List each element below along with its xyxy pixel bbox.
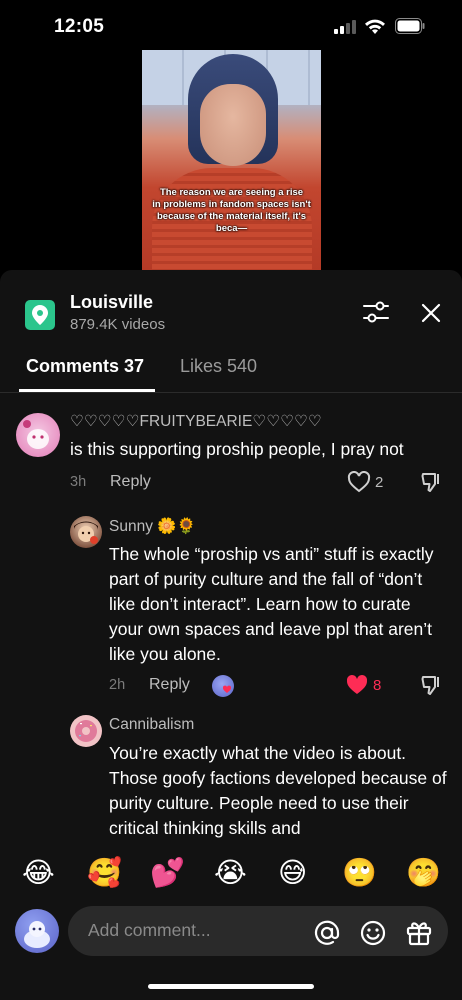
- emoji-joy-button[interactable]: 😂: [22, 856, 55, 890]
- status-bar: 12:05: [0, 0, 462, 56]
- comment-text: The whole “proship vs anti” stuff is exa…: [109, 544, 434, 664]
- like-count: 2: [375, 474, 384, 491]
- heart-filled-icon[interactable]: [345, 674, 369, 696]
- video-caption: The reason we are seeing a rise in probl…: [142, 187, 321, 235]
- comment-username[interactable]: Cannibalism: [109, 716, 194, 734]
- emoji-smiling-hearts-button[interactable]: 🥰: [87, 856, 122, 890]
- emoji-picker-icon[interactable]: [359, 919, 387, 947]
- wifi-icon: [365, 19, 385, 34]
- reply-button[interactable]: Reply: [110, 473, 151, 491]
- avatar[interactable]: [70, 516, 102, 548]
- close-icon[interactable]: [419, 301, 443, 325]
- comment-time: 2h: [109, 677, 126, 693]
- video-caption-line: The reason we are seeing a rise: [159, 187, 304, 198]
- battery-icon: [395, 18, 425, 34]
- creator-liked-avatar: [212, 675, 234, 697]
- video-caption-line: because of the material itself, it's bec…: [156, 211, 307, 234]
- like-count: 8: [373, 677, 382, 694]
- comment-username[interactable]: Sunny 🌼🌻: [109, 517, 196, 536]
- tabs-divider: [0, 392, 462, 393]
- location-pin-icon[interactable]: [25, 300, 55, 330]
- status-time: 12:05: [54, 16, 105, 37]
- emoji-sob-button[interactable]: 😭: [214, 856, 247, 890]
- tab-comments[interactable]: Comments 37: [26, 356, 144, 377]
- cellular-signal-icon: [334, 20, 356, 34]
- comment-time: 3h: [70, 474, 87, 490]
- avatar[interactable]: [70, 715, 102, 747]
- emoji-hand-over-mouth-button[interactable]: 🤭: [406, 856, 441, 890]
- video-caption-line: in problems in fandom spaces isn't: [152, 199, 311, 210]
- place-title[interactable]: Louisville: [70, 292, 153, 313]
- place-video-count: 879.4K videos: [70, 316, 166, 333]
- gift-icon[interactable]: [405, 918, 433, 946]
- video-thumbnail[interactable]: The reason we are seeing a rise in probl…: [142, 50, 321, 272]
- video-face: [200, 84, 266, 166]
- heart-icon[interactable]: [347, 471, 371, 493]
- dislike-icon[interactable]: [420, 674, 442, 696]
- comment-text: is this supporting proship people, I pra…: [70, 439, 404, 459]
- emoji-sweat-smile-button[interactable]: 😅: [278, 856, 307, 890]
- filter-sliders-icon[interactable]: [362, 300, 390, 324]
- emoji-eye-roll-button[interactable]: 🙄: [342, 856, 377, 890]
- comment-input-placeholder[interactable]: Add comment...: [88, 920, 211, 941]
- reply-button[interactable]: Reply: [149, 676, 190, 694]
- comment-username[interactable]: ♡♡♡♡♡FRUITYBEARIE♡♡♡♡♡: [70, 412, 322, 431]
- dislike-icon[interactable]: [420, 471, 442, 493]
- home-indicator: [148, 984, 314, 989]
- mention-icon[interactable]: [313, 919, 341, 947]
- tab-likes[interactable]: Likes 540: [180, 356, 257, 377]
- my-avatar[interactable]: [15, 909, 59, 953]
- emoji-two-hearts-button[interactable]: 💕: [150, 856, 185, 890]
- comment-text: You’re exactly what the video is about. …: [109, 743, 447, 838]
- avatar[interactable]: [16, 413, 60, 457]
